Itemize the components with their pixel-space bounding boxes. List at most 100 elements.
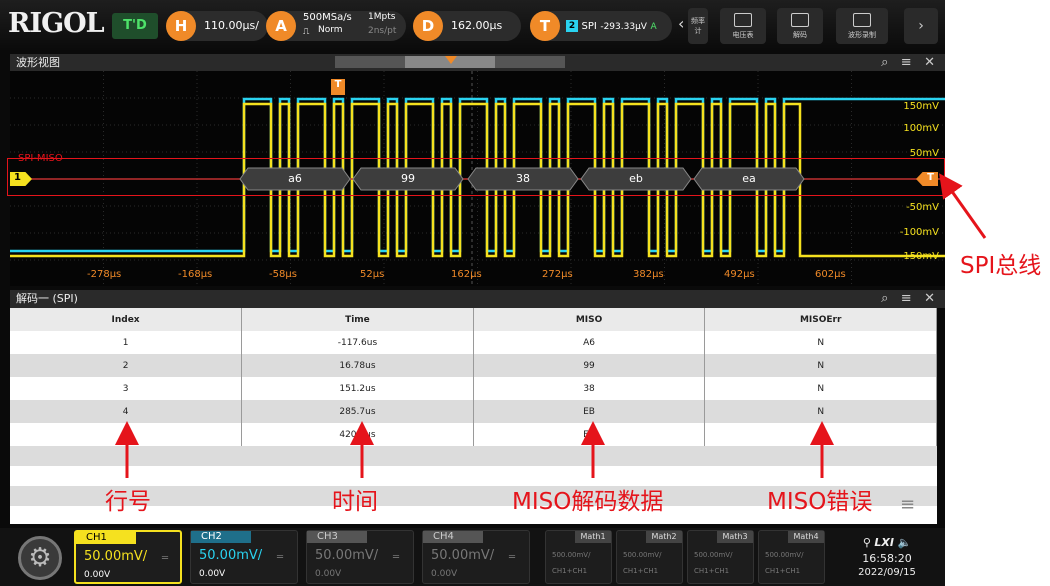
wave-view-header: 波形视图 ⌕ ≡ ✕ [10,54,945,71]
table-row[interactable]: 2 16.78us 99 N [10,354,937,377]
trigger-badge[interactable]: T [530,11,560,41]
math-source: CH1+CH1 [694,567,730,575]
annotation-row-number: 行号 [105,489,151,515]
volt-label: -150mV [899,251,939,262]
time-label: 382μs [633,269,664,280]
time-label: -58μs [269,269,297,280]
cell-miso: A6 [473,331,706,354]
usb-icon: ⚲ [862,536,871,549]
memory-overview-bar[interactable] [335,56,565,68]
math-1-block[interactable]: Math1 500.00mV/CH1+CH1 [545,530,612,584]
coupling-icon: ═ [509,552,516,563]
time-label: 162μs [451,269,482,280]
decode-label: 解码 [793,31,807,39]
time-label: 52μs [360,269,385,280]
channel-name: CH1 [76,532,136,544]
volt-label: 150mV [903,101,939,112]
close-icon[interactable]: ✕ [924,55,935,70]
cell-index: 3 [10,377,243,400]
cell-time: 16.78us [241,354,474,377]
speaker-icon[interactable]: 🔈 [897,536,911,549]
gesture-icon[interactable]: ⌕ [881,291,888,306]
decode-button[interactable]: 解码 [777,8,823,44]
decode-header: 解码一 (SPI) ⌕ ≡ ✕ [10,290,945,308]
clock-date: 2022/09/15 [858,567,916,578]
record-button[interactable]: 波形录制 [836,8,888,44]
coupling-icon: ═ [393,552,400,563]
lxi-icon: LXI [874,536,894,549]
run-stop-status[interactable]: T'D [112,13,158,39]
annotation-arrow [939,173,987,239]
math-3-block[interactable]: Math3 500.00mV/CH1+CH1 [687,530,754,584]
trigger-source: 2 [566,20,578,32]
menu-icon[interactable]: ≡ [901,291,912,306]
decode-icon [791,13,809,27]
wave-view-title: 波形视图 [16,56,60,69]
time-label: 602μs [815,269,846,280]
annotation-spi-bus: SPI总线 [960,253,1042,279]
channel-offset: 0.00V [199,569,226,579]
channel-ch2-block[interactable]: CH2 50.00mV/0.00V ═ [190,530,298,584]
counter-label: 频率计 [691,17,705,35]
cell-time: -117.6us [241,331,474,354]
gesture-icon[interactable]: ⌕ [881,55,888,70]
channel-ch4-block[interactable]: CH4 50.00mV/0.00V ═ [422,530,530,584]
channel-offset: 0.00V [315,569,342,579]
record-label: 波形录制 [848,31,876,39]
cell-index: 1 [10,331,243,354]
channel-ch3-block[interactable]: CH3 50.00mV/0.00V ═ [306,530,414,584]
acquire-badge[interactable]: A [266,11,296,41]
trigger-position-icon [445,56,457,64]
home-gear-icon[interactable]: ⚙ [18,536,62,580]
rigol-logo: RIGOL [8,8,105,39]
annotation-miso-error: MISO错误 [767,489,873,515]
expand-icon[interactable]: ≡ [900,494,915,515]
acquire-mode-icon: ⎍ [303,27,310,37]
math-source: CH1+CH1 [765,567,801,575]
trigger-type: SPI [581,21,597,32]
decode-table: Index Time MISO MISOErr 1 -117.6us A6 N 2 16… [10,308,937,446]
channel-ch1-block[interactable]: CH1 50.00mV/0.00V ═ [74,530,182,584]
coupling-icon: ═ [162,553,169,564]
table-row[interactable]: 1 -117.6us A6 N [10,331,937,354]
close-icon[interactable]: ✕ [924,291,935,306]
column-header[interactable]: MISO [473,308,706,331]
math-name: Math1 [575,531,611,543]
cell-misoerr: N [704,377,937,400]
math-scale: 500.00mV/ [765,551,804,559]
volt-label: -50mV [906,202,939,213]
table-row[interactable]: 4 285.7us EB N [10,400,937,423]
math-source: CH1+CH1 [623,567,659,575]
scroll-right-icon[interactable]: › [904,8,938,44]
column-header[interactable]: Index [10,308,243,331]
math-scale: 500.00mV/ [552,551,591,559]
menu-icon[interactable]: ≡ [901,55,912,70]
volt-label: -100mV [899,227,939,238]
channel-scale: 50.00mV/ [199,548,263,563]
horizontal-badge[interactable]: H [166,11,196,41]
table-row[interactable]: 5 420.1us EA N [10,423,937,446]
math-2-block[interactable]: Math2 500.00mV/CH1+CH1 [616,530,683,584]
table-row[interactable]: 3 151.2us 38 N [10,377,937,400]
cell-index: 4 [10,400,243,423]
channel-scale: 50.00mV/ [315,548,379,563]
cell-time: 285.7us [241,400,474,423]
math-4-block[interactable]: Math4 500.00mV/CH1+CH1 [758,530,825,584]
channel-name: CH2 [191,531,251,543]
math-name: Math3 [717,531,753,543]
delay-badge[interactable]: D [413,11,443,41]
scroll-left-icon[interactable]: ‹ [678,14,684,33]
acquire-mode: Norm [318,25,343,35]
cell-miso: 38 [473,377,706,400]
time-label: 492μs [724,269,755,280]
cell-misoerr: N [704,331,937,354]
cell-index: 2 [10,354,243,377]
column-header[interactable]: MISOErr [704,308,937,331]
column-header[interactable]: Time [241,308,474,331]
voltmeter-button[interactable]: 电压表 [720,8,766,44]
counter-button[interactable]: 频率计 [688,8,708,44]
record-icon [853,13,871,27]
volt-label: 100mV [903,123,939,134]
trigger-time-marker[interactable]: T [331,79,345,95]
channel-name: CH3 [307,531,367,543]
